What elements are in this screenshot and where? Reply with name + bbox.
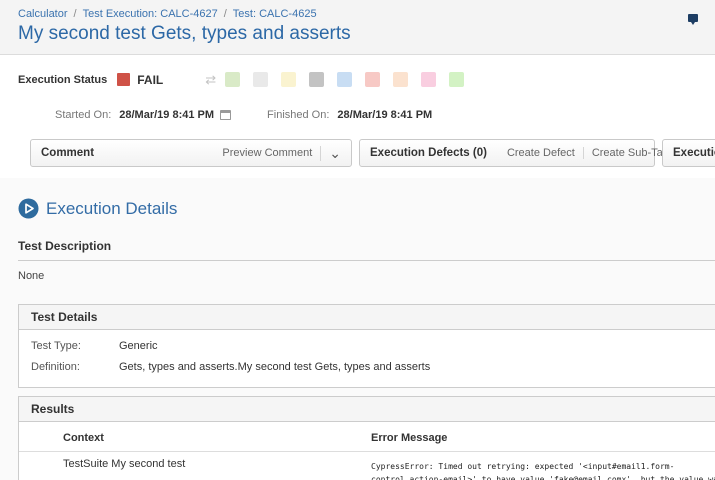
status-swatch-6 xyxy=(393,72,408,87)
comment-panel-title: Comment xyxy=(41,147,222,159)
breadcrumb-link-project[interactable]: Calculator xyxy=(18,8,68,20)
execution-status-row: Execution Status FAIL ⇄ xyxy=(18,72,715,87)
execution-status-label: Execution Status xyxy=(18,74,107,86)
finished-on-label: Finished On: xyxy=(267,109,329,121)
status-swatch-0 xyxy=(225,72,240,87)
execution-details-title: Execution Details xyxy=(46,199,177,219)
breadcrumb: Calculator / Test Execution: CALC-4627 / Tes… xyxy=(18,8,697,20)
test-description-content: None xyxy=(18,270,715,282)
comment-panel: Comment Preview Comment ⌄ xyxy=(30,139,352,167)
page-title: My second test Gets, types and asserts xyxy=(18,23,697,45)
status-swatch-3 xyxy=(309,72,324,87)
result-error-cell: CypressError: Timed out retrying: expect… xyxy=(371,458,715,480)
test-type-row: Test Type: Generic xyxy=(31,340,715,352)
comment-bubble-icon[interactable] xyxy=(688,14,698,22)
status-swatch-4 xyxy=(337,72,352,87)
separator xyxy=(320,146,321,161)
started-on-label: Started On: xyxy=(55,109,111,121)
execution-defects-title: Execution Defects (0) xyxy=(370,147,487,159)
page-header: Calculator / Test Execution: CALC-4627 / Tes… xyxy=(0,0,715,55)
test-description-title: Test Description xyxy=(18,239,715,261)
play-circle-icon xyxy=(18,198,39,219)
definition-row: Definition: Gets, types and asserts.My s… xyxy=(31,361,715,373)
results-panel: Results Context Error Message TestSuite … xyxy=(18,396,715,480)
finished-on-value: 28/Mar/19 8:41 PM xyxy=(337,109,432,121)
test-details-header: Test Details xyxy=(19,305,715,330)
status-swatch-1 xyxy=(253,72,268,87)
execution-defects-panel: Execution Defects (0) Create Defect Crea… xyxy=(359,139,655,167)
started-on-value: 28/Mar/19 8:41 PM xyxy=(119,109,214,121)
definition-label: Definition: xyxy=(31,361,119,373)
preview-comment-button[interactable]: Preview Comment xyxy=(222,147,312,159)
calendar-icon[interactable] xyxy=(220,110,231,120)
execution-details-heading: Execution Details xyxy=(18,198,715,219)
dates-row: Started On: 28/Mar/19 8:41 PM Finished O… xyxy=(55,108,715,122)
error-message-text: CypressError: Timed out retrying: expect… xyxy=(371,460,715,480)
breadcrumb-link-test[interactable]: Test: CALC-4625 xyxy=(233,8,317,20)
breadcrumb-link-test-execution[interactable]: Test Execution: CALC-4627 xyxy=(83,8,218,20)
status-swatch-5 xyxy=(365,72,380,87)
fail-status-swatch xyxy=(117,73,130,86)
test-details-panel: Test Details Test Type: Generic Definiti… xyxy=(18,304,715,388)
execution-evidence-panel: Execution Evidence xyxy=(662,139,715,167)
panels-row: Comment Preview Comment ⌄ Execution Defe… xyxy=(30,139,715,167)
test-type-value: Generic xyxy=(119,340,158,352)
execution-details-section: Execution Details Test Description None … xyxy=(0,178,715,480)
context-column-header: Context xyxy=(19,432,371,444)
status-swatch-7 xyxy=(421,72,436,87)
results-table-header: Context Error Message xyxy=(19,422,715,452)
chevron-down-icon[interactable]: ⌄ xyxy=(329,148,341,158)
test-type-label: Test Type: xyxy=(31,340,119,352)
table-row: TestSuite My second test CypressError: T… xyxy=(19,452,715,480)
status-palette[interactable] xyxy=(225,72,477,87)
execution-evidence-title: Execution Evidence xyxy=(673,147,715,159)
error-message-column-header: Error Message xyxy=(371,432,715,444)
result-context-cell: TestSuite My second test xyxy=(19,458,371,480)
breadcrumb-separator: / xyxy=(74,8,77,20)
status-transition-icon[interactable]: ⇄ xyxy=(205,73,216,86)
breadcrumb-separator: / xyxy=(224,8,227,20)
execution-status-value: FAIL xyxy=(137,73,163,87)
status-swatch-2 xyxy=(281,72,296,87)
results-header: Results xyxy=(19,397,715,422)
test-description-block: Test Description None xyxy=(18,239,715,282)
status-swatch-8 xyxy=(449,72,464,87)
definition-value: Gets, types and asserts.My second test G… xyxy=(119,361,430,373)
create-defect-button[interactable]: Create Defect xyxy=(499,147,583,159)
